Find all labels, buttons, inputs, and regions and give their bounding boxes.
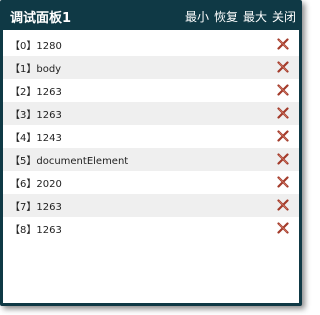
window-controls: 最小 恢复 最大 关闭 [185,8,296,25]
list-item: 【2】1263 [3,79,299,102]
delete-x-icon[interactable] [277,130,289,142]
delete-x-icon[interactable] [277,222,289,234]
delete-x-icon[interactable] [277,176,289,188]
delete-x-icon[interactable] [277,153,289,165]
list-item-label: 【7】1263 [10,202,62,213]
list-item: 【1】body [3,56,299,79]
restore-button[interactable]: 恢复 [214,8,238,25]
close-button[interactable]: 关闭 [272,8,296,25]
list-item-label: 【1】body [10,64,62,75]
list-item: 【8】1263 [3,217,299,240]
minimize-button[interactable]: 最小 [185,8,209,25]
delete-x-icon[interactable] [277,38,289,50]
list-item-label: 【8】1263 [10,225,62,236]
panel-title: 调试面板1 [10,10,72,26]
list-item: 【5】documentElement [3,148,299,171]
delete-x-icon[interactable] [277,61,289,73]
list-item-label: 【3】1263 [10,110,62,121]
panel-titlebar[interactable]: 调试面板1 最小 恢复 最大 关闭 [2,2,300,30]
list-item-label: 【4】1243 [10,133,62,144]
list-item-label: 【0】1280 [10,41,62,52]
delete-x-icon[interactable] [277,107,289,119]
list-item: 【4】1243 [3,125,299,148]
list-item-label: 【5】documentElement [10,156,129,167]
list-item-label: 【2】1263 [10,87,62,98]
debug-item-list: 【0】1280 【1】body 【2】1263 【3】1263 【4】1243 … [3,30,299,240]
list-item: 【6】2020 [3,171,299,194]
list-item: 【0】1280 [3,33,299,56]
maximize-button[interactable]: 最大 [243,8,267,25]
delete-x-icon[interactable] [277,84,289,96]
list-item: 【7】1263 [3,194,299,217]
list-item: 【3】1263 [3,102,299,125]
debug-panel: 调试面板1 最小 恢复 最大 关闭 【0】1280 【1】body 【2】126… [0,0,302,306]
list-item-label: 【6】2020 [10,179,62,190]
delete-x-icon[interactable] [277,199,289,211]
